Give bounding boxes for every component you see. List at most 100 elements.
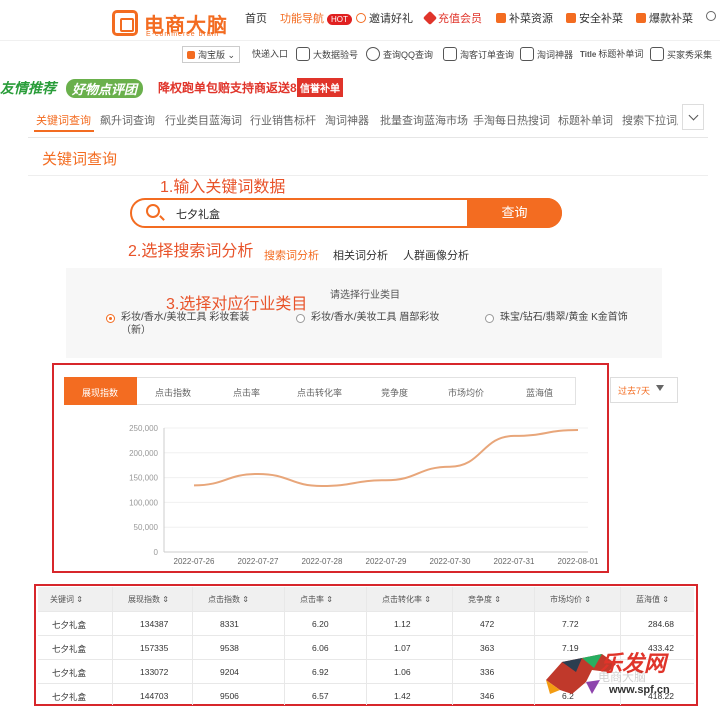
table-cell: 336 <box>480 667 495 677</box>
tool-buyershow[interactable]: 买家秀采集 <box>650 47 712 61</box>
nav-hot-label: 爆款补菜 <box>649 13 693 25</box>
x-tick-label: 2022-08-01 <box>558 557 599 566</box>
banner-promo[interactable]: 降权跑单包赔支持商返送88金 <box>158 79 315 96</box>
industry-radio-3[interactable] <box>485 314 494 323</box>
y-tick-label: 200,000 <box>129 449 158 458</box>
image-icon <box>650 47 664 61</box>
banner-recommend[interactable]: 友情推荐 <box>0 78 56 98</box>
table-header-cell[interactable]: 点击率 ⇕ <box>300 594 333 605</box>
chart-tab-clicks[interactable]: 点击指数 <box>155 386 191 399</box>
option-audience-analysis[interactable]: 人群画像分析 <box>403 247 469 263</box>
tool-order[interactable]: 淘客订单查询 <box>443 47 514 61</box>
industry-hint: 请选择行业类目 <box>330 290 400 301</box>
hot-badge: HOT <box>327 14 352 25</box>
table-cell: 6.06 <box>312 643 329 653</box>
search-button[interactable]: 查询 <box>467 198 562 228</box>
table-cell: 7.72 <box>562 619 579 629</box>
tab-bluesea[interactable]: 行业类目蓝海词 <box>165 112 242 128</box>
table-cell: 9506 <box>220 691 239 701</box>
tab-hotsearch[interactable]: 手淘每日热搜词 <box>473 112 550 128</box>
taobao-icon <box>187 51 195 59</box>
nav-resource[interactable]: 补菜资源 <box>496 10 553 26</box>
tab-words[interactable]: 淘词神器 <box>325 112 369 128</box>
tool-qq[interactable]: 查询QQ查询 <box>366 47 433 61</box>
industry-radio-2[interactable] <box>296 314 305 323</box>
tool-bigdata[interactable]: 大数据验号 <box>296 47 358 61</box>
table-cell: 七夕礼盒 <box>52 668 87 678</box>
banner-review[interactable]: 好物点评团 <box>66 79 144 98</box>
table-header-cell[interactable]: 关键词 ⇕ <box>50 594 83 605</box>
nav-invite[interactable]: 邀请好礼 <box>356 10 413 26</box>
nav-home[interactable]: 首页 <box>245 10 267 26</box>
qq-icon <box>366 47 380 61</box>
chart-tab-ctr[interactable]: 点击率 <box>233 386 260 399</box>
banner-badge[interactable]: 信誉补单 <box>297 78 343 97</box>
platform-select[interactable]: 淘宝版 ⌄ <box>182 46 241 63</box>
table-cell: 144703 <box>140 691 169 701</box>
column-divider <box>112 587 113 705</box>
search-input[interactable]: 七夕礼盒 <box>176 206 220 222</box>
tab-benchmark[interactable]: 行业销售标杆 <box>250 112 316 128</box>
chart-tab-cvr[interactable]: 点击转化率 <box>297 386 342 399</box>
table-header-cell[interactable]: 市场均价 ⇕ <box>550 594 591 605</box>
column-divider <box>192 587 193 705</box>
logo-icon[interactable] <box>112 10 138 36</box>
watermark-ghost-text: 电商大脑 <box>598 670 647 684</box>
y-tick-label: 150,000 <box>129 474 158 483</box>
tab-title-words[interactable]: 标题补单词 <box>558 112 613 128</box>
diamond-icon <box>422 10 438 26</box>
table-header-cell[interactable]: 蓝海值 ⇕ <box>636 594 669 605</box>
thumb-icon <box>636 13 646 23</box>
line-chart: 250,000 200,000 150,000 100,000 50,000 0 2022-… <box>129 424 599 566</box>
section-title: 关键词查询 <box>42 151 118 168</box>
table-cell: 133072 <box>140 667 169 677</box>
user-avatar-icon[interactable] <box>706 11 716 21</box>
tool-words-label: 淘词神器 <box>537 50 574 60</box>
tool-qq-label: 查询QQ查询 <box>383 50 434 60</box>
option-related-analysis[interactable]: 相关词分析 <box>333 247 388 263</box>
table-cell: 1.42 <box>394 691 411 701</box>
tool-words[interactable]: 淘词神器 <box>520 47 573 61</box>
nav-safe[interactable]: 安全补菜 <box>566 10 623 26</box>
industry-option-2[interactable]: 彩妆/香水/美妆工具 眉部彩妆 <box>311 311 439 324</box>
tool-title-label: 标题补单词 <box>598 49 644 59</box>
nav-recharge[interactable]: 充值会员 <box>422 10 482 26</box>
chart-tab-price[interactable]: 市场均价 <box>448 386 484 399</box>
active-tab-underline <box>34 130 94 132</box>
column-divider <box>284 587 285 705</box>
table-header-cell[interactable]: 竞争度 ⇕ <box>468 594 501 605</box>
range-select-label: 过去7天 <box>618 386 651 396</box>
column-divider <box>366 587 367 705</box>
industry-radio-1[interactable] <box>106 314 115 323</box>
table-cell: 1.06 <box>394 667 411 677</box>
option-search-analysis[interactable]: 搜索词分析 <box>264 247 319 263</box>
tab-batch[interactable]: 批量查询蓝海市场 <box>380 112 468 128</box>
industry-option-3[interactable]: 珠宝/钻石/翡翠/黄金 K金首饰 <box>500 311 628 324</box>
chart-tab-bluesea[interactable]: 蓝海值 <box>526 386 553 399</box>
table-header-cell[interactable]: 点击转化率 ⇕ <box>382 594 431 605</box>
logo-subtitle: E-commerce brain <box>146 31 220 38</box>
table-cell: 284.68 <box>648 619 674 629</box>
tab-rising[interactable]: 飙升词查询 <box>100 112 155 128</box>
chevron-down-icon[interactable] <box>682 104 704 130</box>
x-tick-label: 2022-07-27 <box>238 557 279 566</box>
platform-label: 淘宝版 <box>198 50 226 60</box>
tool-bigdata-label: 大数据验号 <box>313 50 359 60</box>
table-header-cell[interactable]: 点击指数 ⇕ <box>208 594 249 605</box>
tool-title[interactable]: Title 标题补单词 <box>580 47 643 60</box>
table-cell: 七夕礼盒 <box>52 620 87 630</box>
x-tick-label: 2022-07-28 <box>302 557 343 566</box>
nav-invite-label: 邀请好礼 <box>369 13 413 25</box>
document-icon <box>443 47 457 61</box>
table-header-cell[interactable]: 展现指数 ⇕ <box>128 594 169 605</box>
chart-tab-competition[interactable]: 竞争度 <box>381 386 408 399</box>
nav-hot[interactable]: 爆款补菜 <box>636 10 693 26</box>
tab-dropdown-words[interactable]: 搜索下拉词库 <box>622 112 678 128</box>
nav-feature[interactable]: 功能导航 HOT <box>280 10 352 26</box>
nav-safe-label: 安全补菜 <box>579 13 623 25</box>
chart-tab-impressions[interactable]: 展现指数 <box>82 386 118 399</box>
tab-keyword[interactable]: 关键词查询 <box>36 112 91 128</box>
x-tick-label: 2022-07-26 <box>174 557 215 566</box>
industry-option-1[interactable]: 彩妆/香水/美妆工具 彩妆套装（新） <box>121 311 261 337</box>
chart-icon <box>296 47 310 61</box>
